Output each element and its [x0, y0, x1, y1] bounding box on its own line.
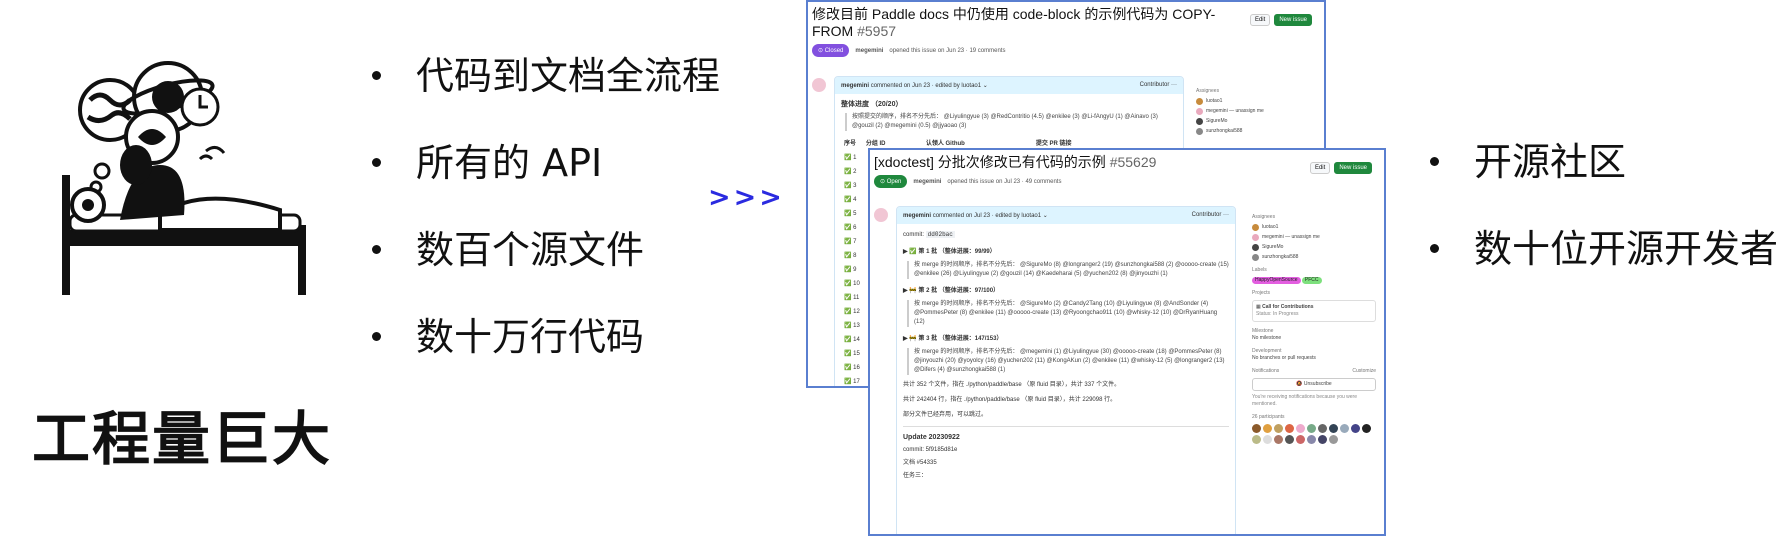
role-badge: Contributor: [1191, 212, 1222, 218]
new-issue-button[interactable]: New issue: [1334, 162, 1372, 174]
update-heading: Update 20230922: [903, 434, 960, 441]
issue-number: #5957: [857, 23, 897, 39]
page-title: 工程量巨大: [32, 405, 333, 473]
open-status-badge: ⊙ Open: [874, 175, 908, 188]
bullet-item: 代码到文档全流程: [368, 56, 720, 96]
sleeping-person-illustration: [62, 61, 306, 295]
issue-title: [xdoctest] 分批次修改已有代码的示例 #55629: [874, 154, 1157, 170]
stat-line: 共计 242404 行，指在 ./python/paddle/base （原 f…: [903, 397, 1117, 403]
edit-button[interactable]: Edit: [1309, 162, 1331, 174]
project-card[interactable]: ▦ Call for Contributions Status: In Prog…: [1252, 300, 1376, 322]
commit-hash[interactable]: dd02bac: [925, 231, 955, 238]
comment-author[interactable]: megemini: [903, 213, 931, 219]
issue-55629-screenshot: [xdoctest] 分批次修改已有代码的示例 #55629 Edit New …: [868, 148, 1386, 536]
batch-3-summary[interactable]: ▶ 🚧 第 3 批 （整体进展：147/153）: [903, 335, 1229, 344]
participant-avatars: [1252, 424, 1374, 444]
bullet-item: 数十位开源开发者: [1426, 229, 1778, 269]
issue-sidebar: Assignees luotao1 megemini — unassign me…: [1252, 208, 1376, 444]
progress-heading: 整体进度 （20/20）: [841, 101, 903, 108]
label-badge[interactable]: HappyOpenSource: [1252, 277, 1301, 284]
closed-status-badge: ⊙ Closed: [812, 44, 850, 57]
assignee-item[interactable]: luotao1: [1196, 98, 1316, 105]
issue-number: #55629: [1109, 154, 1157, 170]
avatar: [874, 208, 888, 222]
opener-link[interactable]: megemini: [855, 48, 883, 54]
bell-off-icon: 🔕: [1296, 381, 1303, 387]
scope-bullet-list: 代码到文档全流程 所有的 API 数百个源文件 数十万行代码: [368, 56, 720, 404]
assignee-item[interactable]: megemini — unassign me: [1196, 108, 1316, 115]
bullet-item: 数百个源文件: [368, 230, 720, 270]
batch-2-summary[interactable]: ▶ 🚧 第 2 批 （整体进展：97/100）: [903, 287, 1229, 296]
table-icon: ▦: [1256, 304, 1261, 310]
stat-line: 共计 352 个文件，指在 ./python/paddle/base （原 fl…: [903, 382, 1121, 388]
issue-title: 修改目前 Paddle docs 中仍使用 code-block 的示例代码为 …: [812, 6, 1216, 39]
assignee-item[interactable]: SigureMo: [1252, 244, 1376, 251]
assignee-item[interactable]: SigureMo: [1196, 118, 1316, 125]
community-bullet-list: 开源社区 数十位开源开发者: [1426, 142, 1778, 316]
role-badge: Contributor: [1139, 82, 1170, 88]
slide: 工程量巨大 代码到文档全流程 所有的 API 数百个源文件 数十万行代码 >>>…: [0, 0, 1784, 536]
avatar: [812, 78, 826, 92]
bullet-item: 所有的 API: [368, 143, 720, 183]
assignees-sidebar: Assignees luotao1 megemini — unassign me…: [1196, 82, 1316, 135]
opener-link[interactable]: megemini: [913, 179, 941, 185]
comment-author[interactable]: megemini: [841, 83, 869, 89]
unsubscribe-button[interactable]: 🔕 Unsubscribe: [1252, 378, 1376, 391]
label-badge[interactable]: PFCC: [1301, 277, 1322, 284]
edit-button[interactable]: Edit: [1249, 14, 1271, 26]
assignee-item[interactable]: sunzhongkai588: [1196, 128, 1316, 135]
customize-link[interactable]: Customize: [1352, 368, 1376, 375]
bullet-item: 数十万行代码: [368, 317, 720, 357]
bullet-item: 开源社区: [1426, 142, 1778, 182]
more-options-icon[interactable]: ···: [1223, 212, 1229, 218]
arrow-separator: >>>: [708, 182, 785, 213]
assignee-item[interactable]: luotao1: [1252, 224, 1376, 231]
more-options-icon[interactable]: ···: [1171, 82, 1177, 88]
issue-comment-card: megemini commented on Jul 23 · edited by…: [896, 206, 1236, 534]
new-issue-button[interactable]: New issue: [1274, 14, 1312, 26]
batch-1-summary[interactable]: ▶ ✅ 第 1 批 （整体进展：99/99）: [903, 248, 1229, 257]
assignee-item[interactable]: sunzhongkai588: [1252, 254, 1376, 261]
assignee-item[interactable]: megemini — unassign me: [1252, 234, 1376, 241]
stat-line: 部分文件已经弃用，可以跳过。: [903, 412, 988, 418]
